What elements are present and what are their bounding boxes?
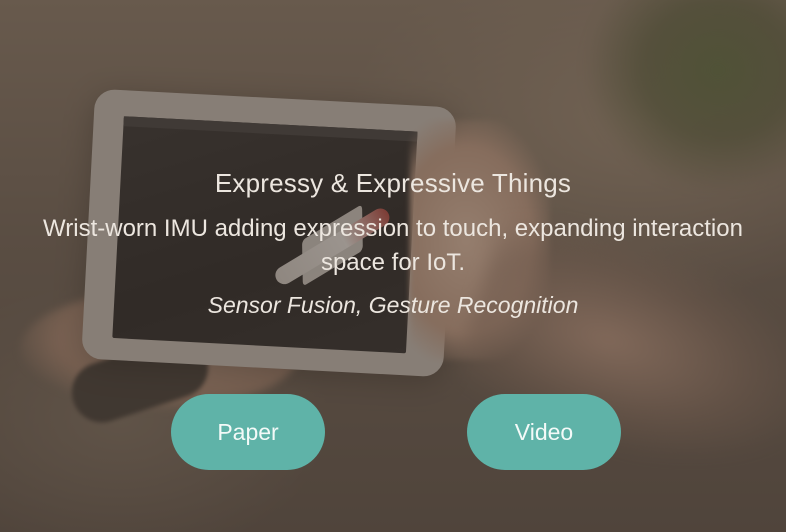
action-buttons: Paper Video	[0, 394, 786, 470]
project-hero: Expressy & Expressive Things Wrist-worn …	[0, 0, 786, 532]
project-description: Wrist-worn IMU adding expression to touc…	[43, 215, 743, 276]
project-tags: Sensor Fusion, Gesture Recognition	[207, 292, 579, 318]
video-button[interactable]: Video	[467, 394, 621, 470]
project-title: Expressy & Expressive Things	[214, 168, 572, 198]
paper-button[interactable]: Paper	[171, 394, 325, 470]
